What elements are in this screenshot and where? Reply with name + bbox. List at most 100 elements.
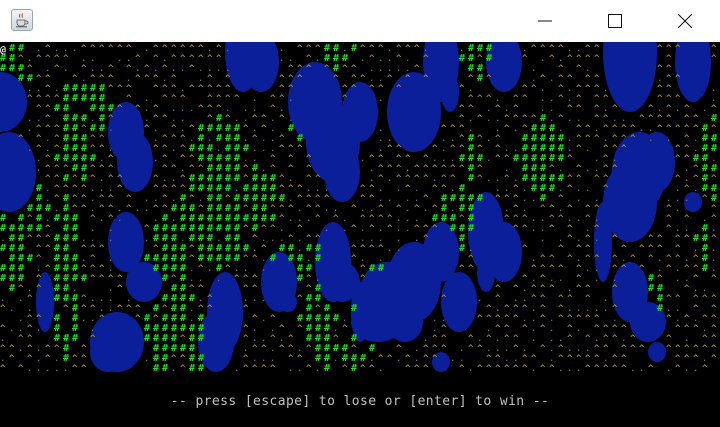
terrain-glyph: . bbox=[396, 234, 401, 244]
terrain-glyph: ^ bbox=[639, 114, 645, 124]
terrain-glyph: ^ bbox=[585, 204, 591, 214]
terrain-glyph: ^ bbox=[684, 314, 690, 324]
terrain-glyph: ^ bbox=[90, 174, 96, 184]
title-bar[interactable] bbox=[0, 0, 720, 42]
terrain-glyph: ^ bbox=[288, 164, 294, 174]
minimize-button[interactable] bbox=[522, 0, 568, 42]
terrain-glyph: ^ bbox=[441, 294, 447, 304]
terrain-glyph: ^ bbox=[288, 84, 294, 94]
terrain-glyph: ^ bbox=[711, 54, 717, 64]
terrain-glyph: ^ bbox=[693, 354, 699, 364]
terrain-glyph: . bbox=[27, 304, 32, 314]
terrain-glyph: . bbox=[558, 234, 563, 244]
terrain-glyph: . bbox=[675, 314, 680, 324]
terrain-glyph: . bbox=[585, 64, 590, 74]
terrain-glyph: . bbox=[594, 154, 599, 164]
terrain-glyph: ^ bbox=[540, 44, 546, 54]
terrain-glyph: ^ bbox=[693, 174, 699, 184]
terrain-glyph: . bbox=[522, 194, 527, 204]
terrain-glyph: ^ bbox=[576, 284, 582, 294]
terrain-glyph: . bbox=[378, 94, 383, 104]
terrain-glyph: ^ bbox=[693, 274, 699, 284]
terrain-glyph: . bbox=[99, 184, 104, 194]
terrain-glyph: ^ bbox=[36, 254, 42, 264]
terrain-glyph: # bbox=[333, 63, 339, 74]
terrain-glyph: ^ bbox=[675, 174, 681, 184]
terrain-glyph: ^ bbox=[180, 94, 186, 104]
terrain-glyph: ^ bbox=[621, 324, 627, 334]
terrain-glyph: ^ bbox=[351, 244, 357, 254]
terrain-glyph: ^ bbox=[558, 344, 564, 354]
terrain-glyph: . bbox=[54, 44, 59, 54]
terrain-glyph: ^ bbox=[27, 324, 33, 334]
terrain-glyph: # bbox=[225, 253, 231, 264]
terrain-glyph: . bbox=[504, 144, 509, 154]
terrain-glyph: ^ bbox=[0, 304, 6, 314]
terrain-glyph: ^ bbox=[621, 134, 627, 144]
terrain-glyph: . bbox=[333, 354, 338, 364]
terrain-glyph: ^ bbox=[288, 354, 294, 364]
terrain-glyph: ^ bbox=[630, 254, 636, 264]
terrain-glyph: ^ bbox=[621, 364, 627, 374]
terrain-glyph: . bbox=[90, 64, 95, 74]
terrain-glyph: . bbox=[261, 314, 266, 324]
terrain-glyph: ^ bbox=[558, 304, 564, 314]
game-terminal[interactable]: # #. ^... ^ ^ ^ ^ ^ ^. ^ ^ ^ ^ ^ ^. ^.. ^ ^ ^ # #. # ^ ^ ^. ^ ^ ^..… bbox=[0, 42, 720, 427]
terrain-glyph: ^ bbox=[666, 74, 672, 84]
terrain-glyph: ^ bbox=[405, 44, 411, 54]
terrain-glyph: ^ bbox=[621, 144, 627, 154]
terrain-glyph: # bbox=[279, 243, 285, 254]
terrain-glyph: . bbox=[405, 164, 410, 174]
terrain-glyph: ^ bbox=[171, 84, 177, 94]
terrain-glyph: . bbox=[549, 104, 554, 114]
terrain-glyph: ^ bbox=[126, 194, 132, 204]
java-cup-icon[interactable] bbox=[11, 9, 33, 31]
terrain-glyph: . bbox=[702, 104, 707, 114]
terrain-glyph: ^ bbox=[576, 124, 582, 134]
maximize-button[interactable] bbox=[592, 0, 638, 42]
terrain-glyph: . bbox=[90, 234, 95, 244]
terrain-glyph: . bbox=[225, 64, 230, 74]
terrain-glyph: ^ bbox=[675, 144, 681, 154]
terrain-glyph: . bbox=[243, 104, 248, 114]
terrain-glyph: ^ bbox=[297, 354, 303, 364]
terrain-glyph: . bbox=[369, 234, 374, 244]
terrain-glyph: . bbox=[261, 134, 266, 144]
terrain-glyph: . bbox=[36, 354, 41, 364]
terrain-glyph: ^ bbox=[522, 354, 528, 364]
terrain-glyph: . bbox=[486, 114, 491, 124]
terrain-glyph: ^ bbox=[504, 334, 510, 344]
terrain-glyph: ^ bbox=[252, 254, 258, 264]
terrain-glyph: # bbox=[27, 223, 33, 234]
terrain-glyph: ^ bbox=[99, 164, 105, 174]
terrain-glyph: . bbox=[513, 354, 518, 364]
terrain-glyph: # bbox=[171, 203, 177, 214]
terrain-glyph: # bbox=[108, 103, 114, 114]
terrain-glyph: # bbox=[180, 223, 186, 234]
terrain-glyph: . bbox=[360, 234, 365, 244]
terrain-glyph: # bbox=[72, 233, 78, 244]
terrain-glyph: ^ bbox=[387, 214, 393, 224]
terrain-glyph: ^ bbox=[36, 274, 42, 284]
terrain-glyph: ^ bbox=[306, 344, 312, 354]
terrain-glyph: . bbox=[252, 244, 257, 254]
terrain-glyph: . bbox=[531, 274, 536, 284]
terrain-glyph: ^ bbox=[495, 324, 501, 334]
terrain-glyph: . bbox=[360, 154, 365, 164]
terrain-glyph: . bbox=[315, 54, 320, 64]
terrain-glyph: . bbox=[252, 94, 257, 104]
close-button[interactable] bbox=[662, 0, 708, 42]
water-area bbox=[477, 252, 495, 292]
terrain-glyph: ^ bbox=[468, 94, 474, 104]
terrain-glyph: ^ bbox=[198, 44, 204, 54]
terrain-glyph: . bbox=[594, 214, 599, 224]
terrain-glyph: . bbox=[702, 324, 707, 334]
terrain-glyph: . bbox=[81, 54, 86, 64]
terrain-glyph: ^ bbox=[45, 74, 51, 84]
terrain-glyph: ^ bbox=[126, 44, 132, 54]
terrain-glyph: ^ bbox=[378, 84, 384, 94]
terrain-glyph: . bbox=[585, 184, 590, 194]
terrain-glyph: # bbox=[153, 263, 159, 274]
terrain-glyph: ^ bbox=[477, 364, 483, 374]
terrain-glyph: . bbox=[567, 364, 572, 374]
